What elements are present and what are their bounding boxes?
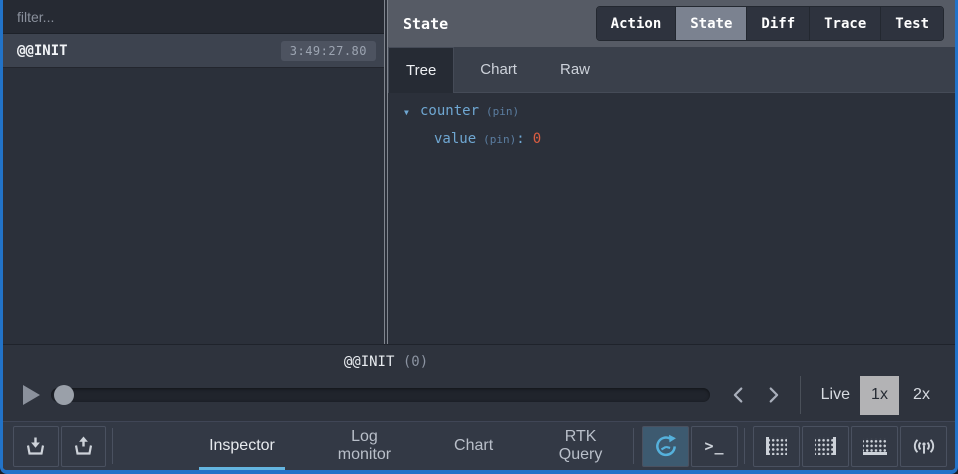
action-list-item[interactable]: @@INIT 3:49:27.80	[3, 34, 384, 68]
playback-section: @@INIT (0) Live 1x 2x	[3, 344, 955, 421]
main-area: @@INIT 3:49:27.80 State Action State Dif…	[3, 0, 955, 344]
playback-controls: Live 1x 2x	[3, 369, 955, 421]
layout-right-icon	[815, 437, 836, 455]
dispatcher-icon: >_	[704, 437, 724, 455]
import-button[interactable]	[13, 426, 59, 467]
view-subtab-row: Tree Chart Raw	[388, 47, 955, 93]
monitor-tabs: Inspector Log monitor Chart RTK Query	[199, 422, 627, 470]
pause-recording-button[interactable]	[642, 426, 689, 467]
live-button[interactable]: Live	[821, 386, 850, 404]
tree-key[interactable]: value	[434, 131, 476, 147]
layout-left-button[interactable]	[753, 426, 800, 467]
pause-recording-icon	[653, 433, 679, 459]
action-list-panel: @@INIT 3:49:27.80	[3, 0, 384, 344]
step-forward-button[interactable]	[756, 384, 790, 406]
tab-action[interactable]: Action	[597, 7, 676, 40]
play-button[interactable]	[17, 382, 43, 408]
speed-1x-button[interactable]: 1x	[860, 376, 899, 415]
tab-test[interactable]: Test	[880, 7, 943, 40]
filter-input[interactable]	[3, 0, 384, 33]
remote-button[interactable]	[900, 426, 947, 467]
redux-devtools-window: @@INIT 3:49:27.80 State Action State Dif…	[0, 0, 958, 474]
layout-bottom-icon	[863, 438, 887, 455]
toolbar-divider	[744, 428, 745, 464]
tab-log-monitor[interactable]: Log monitor	[316, 422, 413, 470]
toolbar-divider	[633, 428, 634, 464]
remote-broadcast-icon	[911, 433, 937, 459]
import-icon	[23, 434, 48, 458]
panel-title: State	[403, 15, 448, 33]
current-action-label: @@INIT (0)	[47, 354, 725, 370]
layout-right-button[interactable]	[802, 426, 849, 467]
tab-state[interactable]: State	[675, 7, 746, 40]
state-header: State Action State Diff Trace Test	[388, 0, 955, 47]
slider-thumb[interactable]	[54, 385, 74, 405]
chevron-right-icon	[762, 384, 784, 406]
state-tree: ▼ counter (pin) value (pin) : 0	[388, 93, 955, 344]
inspector-tab-group: Action State Diff Trace Test	[596, 6, 944, 41]
step-back-button[interactable]	[722, 384, 756, 406]
tree-pin-tag: (pin)	[483, 133, 516, 146]
state-panel: State Action State Diff Trace Test Tree …	[388, 0, 955, 344]
subtab-raw[interactable]: Raw	[543, 47, 607, 92]
controls-divider	[800, 376, 801, 414]
current-action-name: @@INIT	[344, 354, 395, 370]
current-action-index: (0)	[403, 354, 428, 370]
chevron-left-icon	[728, 384, 750, 406]
toolbar-right-icons: >_	[627, 426, 947, 467]
tab-chart[interactable]: Chart	[444, 422, 503, 470]
tab-inspector[interactable]: Inspector	[199, 422, 285, 470]
action-timestamp: 3:49:27.80	[281, 41, 376, 61]
export-icon	[71, 434, 96, 458]
bottom-toolbar: Inspector Log monitor Chart RTK Query >_	[3, 421, 955, 470]
dispatcher-button[interactable]: >_	[691, 426, 738, 467]
timeline-slider[interactable]	[51, 388, 710, 402]
tree-value: 0	[533, 131, 541, 147]
layout-left-icon	[766, 437, 787, 455]
action-name: @@INIT	[17, 43, 68, 59]
tree-separator: :	[516, 131, 524, 147]
tree-node-value[interactable]: value (pin) : 0	[404, 131, 955, 159]
toolbar-divider	[112, 428, 113, 464]
layout-bottom-button[interactable]	[851, 426, 898, 467]
tab-diff[interactable]: Diff	[746, 7, 809, 40]
subtab-tree[interactable]: Tree	[388, 47, 454, 93]
filter-row	[3, 0, 384, 34]
tab-trace[interactable]: Trace	[809, 7, 880, 40]
speed-2x-button[interactable]: 2x	[902, 376, 941, 415]
tree-pin-tag: (pin)	[486, 105, 519, 118]
export-button[interactable]	[61, 426, 107, 467]
tree-key[interactable]: counter	[420, 103, 479, 119]
subtab-chart[interactable]: Chart	[463, 47, 534, 92]
expand-arrow-icon[interactable]: ▼	[404, 108, 420, 117]
tab-rtk-query[interactable]: RTK Query	[534, 422, 627, 470]
tree-node-counter[interactable]: ▼ counter (pin)	[404, 103, 955, 131]
